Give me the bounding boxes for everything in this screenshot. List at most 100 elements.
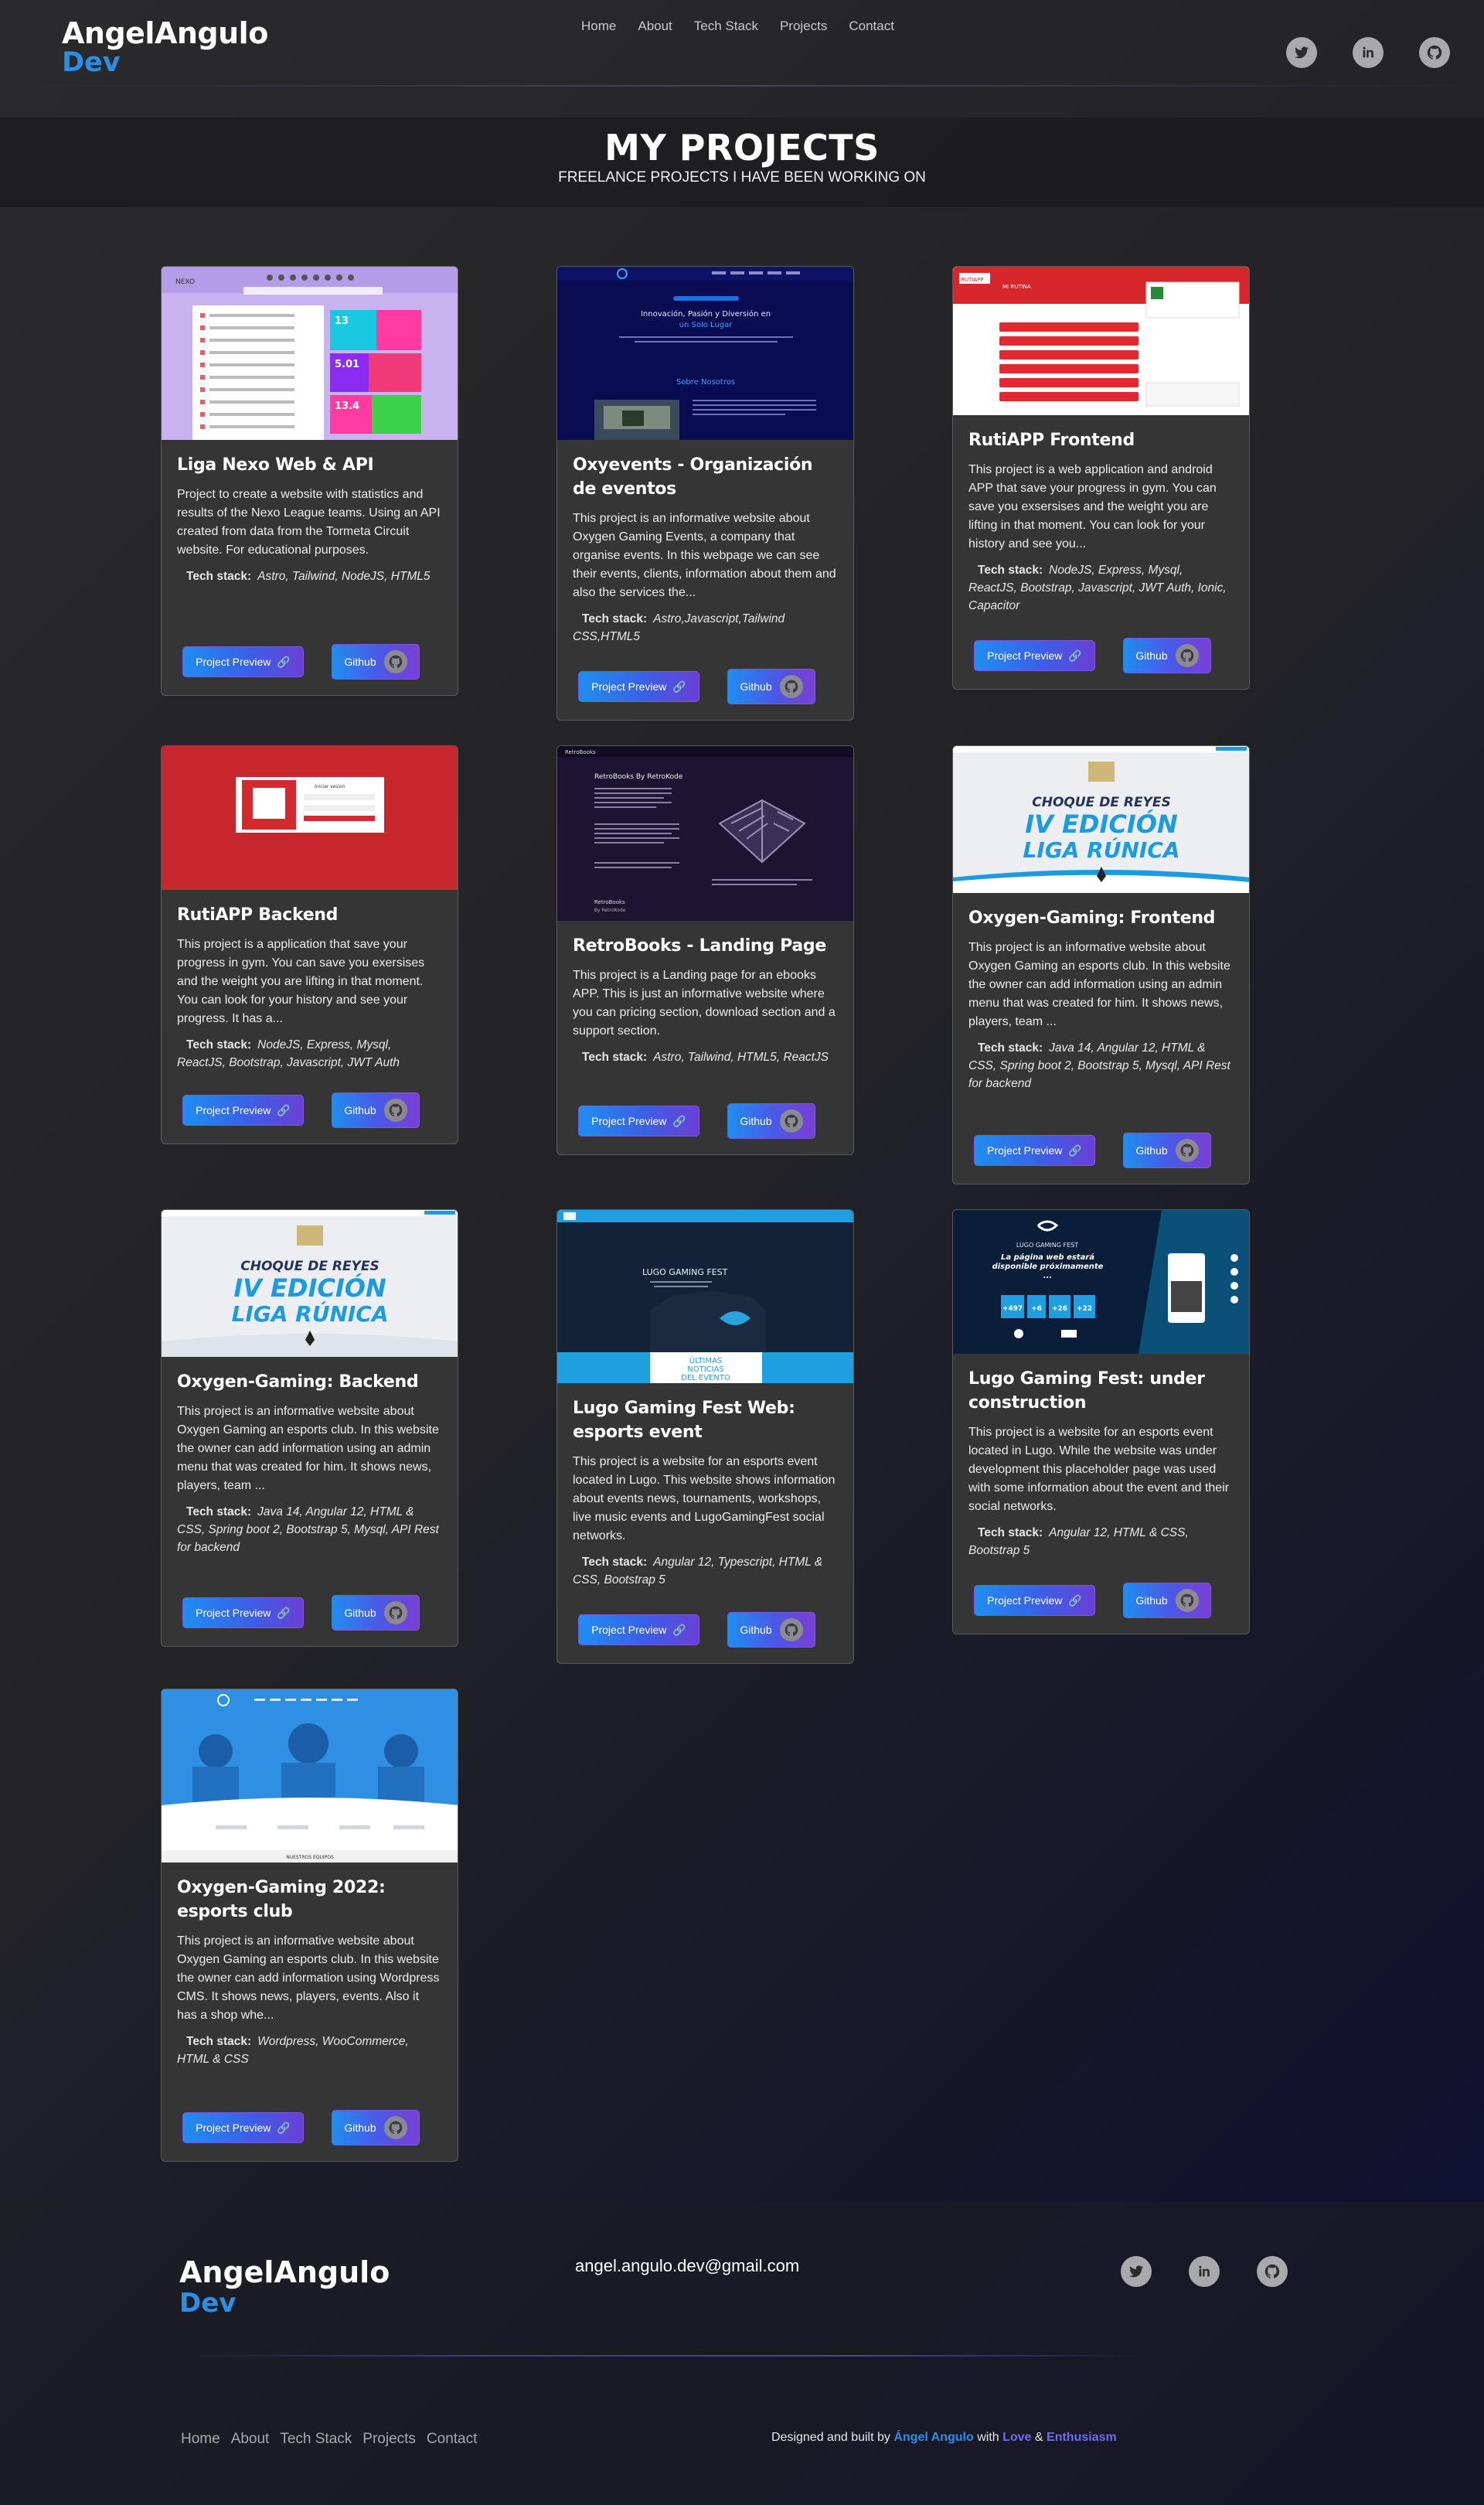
nav-about[interactable]: About xyxy=(627,19,682,34)
github-icon xyxy=(1175,1589,1199,1612)
link-icon: 🔗 xyxy=(1068,1593,1082,1607)
brand-logo[interactable]: AngelAngulo Dev xyxy=(62,19,268,77)
nav-home[interactable]: Home xyxy=(570,19,627,34)
linkedin-icon[interactable] xyxy=(1353,37,1384,68)
footer-nav-about[interactable]: About xyxy=(231,2431,270,2448)
project-preview-button[interactable]: Project Preview 🔗 xyxy=(182,646,304,677)
project-thumbnail[interactable]: NUESTROS EQUIPOS xyxy=(162,1689,458,1863)
credit-name[interactable]: Ángel Angulo xyxy=(893,2431,973,2444)
rutiapp-brand: RUTIAPP xyxy=(961,277,984,283)
retrobooks-footer-2: By RetroKode xyxy=(594,908,626,913)
nexo-stat-3: 13.4 xyxy=(335,400,359,412)
project-preview-label: Project Preview xyxy=(591,1624,667,1636)
project-preview-button[interactable]: Project Preview 🔗 xyxy=(578,1614,699,1645)
nexo-stat-2: 5.01 xyxy=(335,359,359,370)
github-button[interactable]: Github xyxy=(727,1612,815,1648)
project-thumbnail[interactable]: LUGO GAMING FEST ÚLTIMAS NOTICIAS DEL EV… xyxy=(557,1210,853,1383)
project-preview-button[interactable]: Project Preview 🔗 xyxy=(974,1135,1095,1166)
tech-stack-label: Tech stack: xyxy=(582,1050,648,1064)
github-button[interactable]: Github xyxy=(332,644,420,680)
twitter-icon[interactable] xyxy=(1286,37,1317,68)
github-button[interactable]: Github xyxy=(727,669,815,704)
github-label: Github xyxy=(740,680,772,693)
retrobooks-footer: RetroBooks xyxy=(594,899,625,905)
linkedin-icon[interactable] xyxy=(1189,2256,1220,2287)
project-preview-button[interactable]: Project Preview 🔗 xyxy=(182,1597,304,1628)
project-description: This project is an informative website a… xyxy=(177,1404,439,1492)
github-icon xyxy=(383,1099,407,1122)
oxyevents-headline-2: un Solo Lugar xyxy=(679,321,733,329)
project-thumbnail[interactable]: RetroBooks RetroBooks By RetroKode Retro… xyxy=(557,746,853,921)
project-preview-button[interactable]: Project Preview 🔗 xyxy=(578,1106,699,1137)
lugo-banner-1: ÚLTIMAS xyxy=(689,1355,722,1365)
nav-tech-stack[interactable]: Tech Stack xyxy=(683,19,769,34)
project-title: Oxygen-Gaming 2022: esports club xyxy=(177,1878,386,1921)
site-header: AngelAngulo Dev Home About Tech Stack Pr… xyxy=(0,0,1484,87)
link-icon: 🔗 xyxy=(277,1103,291,1116)
oxygen-event-line1: CHOQUE DE REYES xyxy=(240,1259,379,1274)
project-thumbnail[interactable]: LUGO GAMING FEST La página web estará di… xyxy=(953,1210,1249,1354)
credit-prefix: Designed and built by xyxy=(771,2431,890,2444)
github-icon xyxy=(779,675,803,698)
github-label: Github xyxy=(740,1115,772,1127)
footer-nav-projects[interactable]: Projects xyxy=(362,2431,416,2448)
project-preview-label: Project Preview xyxy=(591,1115,667,1127)
project-thumbnail[interactable]: Innovación, Pasión y Diversión en un Sol… xyxy=(557,267,853,440)
footer-brand-second: Dev xyxy=(179,2288,237,2319)
project-title: Oxyevents - Organización de eventos xyxy=(573,455,813,499)
twitter-icon[interactable] xyxy=(1121,2256,1152,2287)
project-thumbnail[interactable]: CHOQUE DE REYES IV EDICIÓN LIGA RÚNICA xyxy=(162,1210,458,1357)
project-description: This project is an informative website a… xyxy=(177,1934,440,2022)
header-divider xyxy=(0,85,1484,87)
github-button[interactable]: Github xyxy=(332,2110,420,2145)
project-preview-button[interactable]: Project Preview 🔗 xyxy=(578,671,699,702)
github-button[interactable]: Github xyxy=(332,1092,420,1128)
github-icon[interactable] xyxy=(1419,37,1450,68)
project-title: Oxygen-Gaming: Backend xyxy=(177,1372,419,1392)
project-thumbnail[interactable]: RUTIAPP MI RUTINA xyxy=(953,267,1249,415)
footer-brand-logo[interactable]: AngelAngulo Dev xyxy=(179,2258,390,2316)
github-icon[interactable] xyxy=(1257,2256,1288,2287)
footer-nav-contact[interactable]: Contact xyxy=(427,2431,477,2448)
github-button[interactable]: Github xyxy=(332,1595,420,1631)
nav-projects[interactable]: Projects xyxy=(769,19,838,34)
project-description: This project is a web application and an… xyxy=(968,462,1217,550)
project-thumbnail[interactable]: Iniciar sesion xyxy=(162,746,458,890)
project-card: NEXO 13 5.01 13.4 Liga Nexo Web & API Pr… xyxy=(161,266,458,696)
project-preview-button[interactable]: Project Preview 🔗 xyxy=(974,1585,1095,1616)
project-preview-button[interactable]: Project Preview 🔗 xyxy=(974,640,1095,671)
nav-contact[interactable]: Contact xyxy=(838,19,905,34)
project-description: This project is an informative website a… xyxy=(968,940,1230,1028)
tech-stack-value: Astro, Tailwind, NodeJS, HTML5 xyxy=(257,569,431,583)
tech-stack-label: Tech stack: xyxy=(582,1555,648,1569)
project-card: Iniciar sesion RutiAPP Backend This proj… xyxy=(161,745,458,1144)
project-preview-label: Project Preview xyxy=(196,2122,271,2134)
footer-brand-first: AngelAngulo xyxy=(179,2255,390,2289)
footer-email[interactable]: angel.angulo.dev@gmail.com xyxy=(575,2256,799,2276)
project-tech-stack: Tech stack: Wordpress, WooCommerce, HTML … xyxy=(177,2033,442,2069)
footer-nav-tech-stack[interactable]: Tech Stack xyxy=(280,2431,352,2448)
oxygen-event-line3: LIGA RÚNICA xyxy=(231,1300,388,1327)
tech-stack-label: Tech stack: xyxy=(978,563,1043,577)
project-card: LUGO GAMING FEST ÚLTIMAS NOTICIAS DEL EV… xyxy=(556,1209,854,1664)
footer-nav-home[interactable]: Home xyxy=(181,2431,220,2448)
github-button[interactable]: Github xyxy=(1123,1583,1211,1618)
project-preview-button[interactable]: Project Preview 🔗 xyxy=(182,2112,304,2143)
project-preview-button[interactable]: Project Preview 🔗 xyxy=(182,1095,304,1126)
project-preview-label: Project Preview xyxy=(987,1594,1063,1607)
lugo-banner-3: DEL EVENTO xyxy=(681,1374,730,1382)
github-button[interactable]: Github xyxy=(1123,638,1211,673)
project-thumbnail[interactable]: NEXO 13 5.01 13.4 xyxy=(162,267,458,440)
github-button[interactable]: Github xyxy=(1123,1133,1211,1168)
site-footer: AngelAngulo Dev angel.angulo.dev@gmail.c… xyxy=(0,2202,1484,2505)
project-title: Liga Nexo Web & API xyxy=(177,455,374,475)
credit-with: with xyxy=(977,2431,999,2444)
link-icon: 🔗 xyxy=(1068,1143,1082,1157)
project-title: RutiAPP Frontend xyxy=(968,431,1135,450)
project-description: This project is a website for an esports… xyxy=(573,1454,836,1542)
credit-amp: & xyxy=(1034,2431,1043,2444)
nexo-stat-1: 13 xyxy=(335,315,349,327)
github-button[interactable]: Github xyxy=(727,1103,815,1139)
project-thumbnail[interactable]: CHOQUE DE REYES IV EDICIÓN LIGA RÚNICA xyxy=(953,746,1249,893)
project-tech-stack: Tech stack: Angular 12, HTML & CSS, Boots… xyxy=(968,1524,1234,1560)
